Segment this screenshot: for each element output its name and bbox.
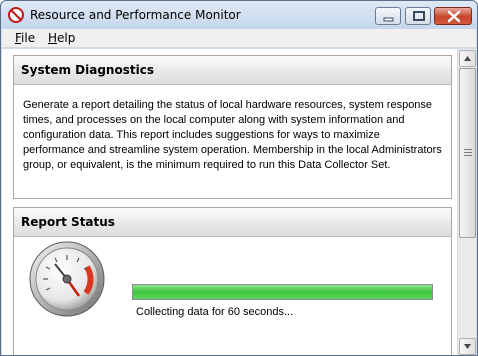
scroll-up-button[interactable]	[459, 50, 476, 67]
section-description: Generate a report detailing the status o…	[23, 99, 442, 171]
menu-file-accel: F	[15, 31, 22, 45]
scroll-down-arrow-icon	[460, 344, 475, 355]
progress-bar-fill	[133, 285, 432, 299]
section-header[interactable]: Report Status	[14, 208, 451, 237]
menu-help[interactable]: Help	[48, 31, 75, 45]
window-title: Resource and Performance Monitor	[30, 8, 241, 22]
scroll-down-button[interactable]	[459, 338, 476, 355]
grip-line	[464, 152, 472, 153]
gauge-icon	[28, 240, 106, 318]
report-content: System Diagnostics Generate a report det…	[2, 49, 457, 355]
grip-line	[464, 155, 472, 156]
no-entry-icon	[8, 7, 24, 23]
progress-bar	[132, 284, 433, 300]
app-window: Resource and Performance Monitor File He…	[0, 0, 478, 356]
scroll-thumb[interactable]	[459, 68, 476, 238]
report-status-section: Report Status Collecting data for 60 sec…	[13, 207, 452, 355]
vertical-scrollbar[interactable]	[457, 49, 476, 355]
menu-help-accel: H	[48, 31, 58, 45]
close-button[interactable]	[434, 7, 472, 25]
section-header[interactable]: System Diagnostics	[14, 56, 451, 85]
title-bar[interactable]: Resource and Performance Monitor	[1, 1, 477, 29]
menu-file[interactable]: File	[15, 31, 35, 45]
section-title: Report Status	[21, 215, 115, 229]
maximize-button[interactable]	[405, 7, 431, 25]
section-title: System Diagnostics	[21, 63, 154, 77]
system-diagnostics-section: System Diagnostics Generate a report det…	[13, 55, 452, 199]
grip-line	[464, 149, 472, 150]
menu-bar: File Help	[2, 29, 476, 48]
minimize-button[interactable]	[375, 7, 401, 25]
status-text: Collecting data for 60 seconds...	[136, 306, 294, 318]
